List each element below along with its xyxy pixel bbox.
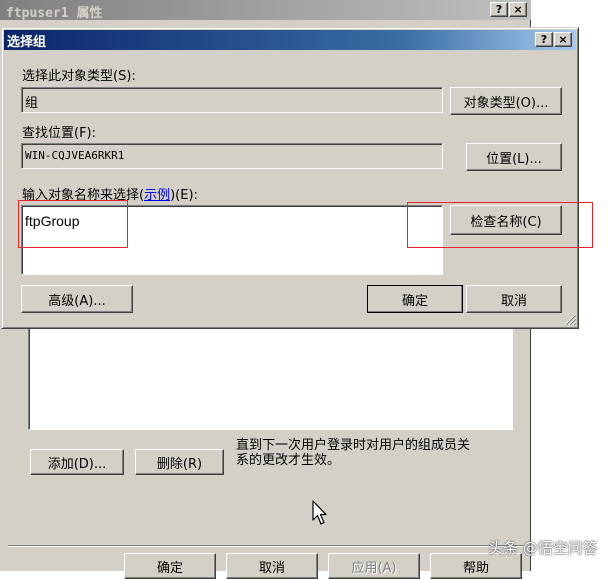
location-field: WIN-CQJVEA6RKR1 (21, 143, 443, 169)
background-close-button[interactable]: × (509, 2, 527, 17)
watermark-text: 头条 @悟空问答 (488, 539, 598, 557)
add-group-button[interactable]: 添加(D)... (30, 449, 124, 475)
location-value: WIN-CQJVEA6RKR1 (25, 149, 125, 162)
background-ok-button[interactable]: 确定 (124, 553, 216, 579)
location-label: 查找位置(F): (22, 126, 97, 141)
background-help-button[interactable]: ? (490, 2, 508, 17)
highlight-box-check-names (407, 202, 593, 248)
dialog-ok-button[interactable]: 确定 (367, 285, 463, 313)
dialog-title: 选择组 (7, 35, 47, 50)
location-button[interactable]: 位置(L)... (466, 143, 562, 171)
object-type-label: 选择此对象类型(S): (22, 69, 136, 84)
background-window-title-bar: ftpuser1 属性 ? × (0, 0, 531, 21)
dialog-title-bar: 选择组 ? × (4, 30, 576, 50)
advanced-button[interactable]: 高级(A)... (21, 285, 133, 313)
background-cancel-button[interactable]: 取消 (226, 553, 318, 579)
resize-grip-icon[interactable] (563, 312, 577, 326)
group-membership-list[interactable] (28, 325, 513, 430)
object-names-label-suffix: )(E): (170, 188, 198, 203)
watermark: 头条 @悟空问答 (488, 537, 598, 558)
object-types-button[interactable]: 对象类型(O)... (450, 87, 562, 115)
dialog-close-button[interactable]: × (554, 32, 572, 47)
examples-link[interactable]: 示例 (144, 188, 170, 203)
remove-group-button[interactable]: 删除(R) (135, 449, 224, 475)
dialog-help-button[interactable]: ? (535, 32, 553, 47)
background-window-title: ftpuser1 属性 (6, 6, 103, 21)
highlight-box-names-input (18, 200, 128, 248)
dialog-cancel-button[interactable]: 取消 (466, 285, 562, 313)
object-type-value: 组 (25, 96, 39, 111)
object-type-field: 组 (21, 87, 443, 113)
background-apply-button[interactable]: 应用(A) (328, 553, 420, 579)
mouse-cursor-icon (312, 500, 327, 525)
membership-change-note: 直到下一次用户登录时对用户的组成员关系的更改才生效。 (236, 438, 471, 468)
background-separator (8, 545, 524, 547)
